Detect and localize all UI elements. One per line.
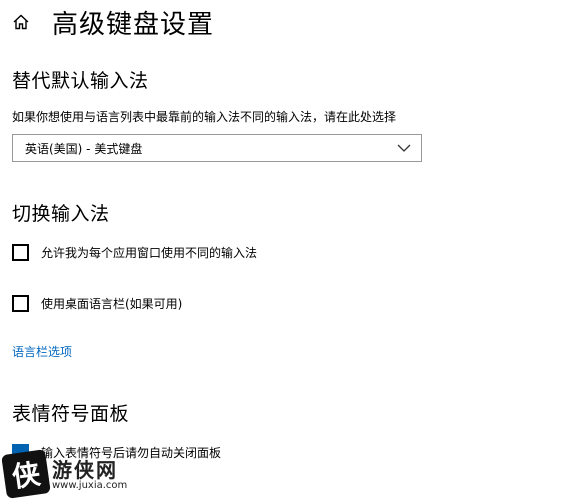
emoji-panel-label: 输入表情符号后请勿自动关闭面板 [41,446,222,460]
emoji-panel-option[interactable]: 输入表情符号后请勿自动关闭面板 [12,444,221,461]
language-bar-options-link[interactable]: 语言栏选项 [12,343,72,360]
switching-heading: 切换输入法 [12,203,110,225]
settings-page: 高级键盘设置 替代默认输入法 如果你想使用与语言列表中最靠前的输入法不同的输入法… [0,0,570,500]
page-title: 高级键盘设置 [52,9,215,40]
desktop-language-bar-option[interactable]: 使用桌面语言栏(如果可用) [12,295,182,312]
emoji-heading: 表情符号面板 [12,403,130,425]
emoji-panel-checkbox[interactable] [12,444,29,461]
per-app-input-checkbox[interactable] [12,244,29,261]
title-bar: 高级键盘设置 [10,2,214,42]
input-method-dropdown[interactable]: 英语(美国) - 美式键盘 [12,134,422,162]
per-app-input-label: 允许我为每个应用窗口使用不同的输入法 [41,246,258,260]
override-heading: 替代默认输入法 [12,70,149,92]
desktop-language-bar-label: 使用桌面语言栏(如果可用) [41,297,183,311]
override-description: 如果你想使用与语言列表中最靠前的输入法不同的输入法，请在此处选择 [12,110,397,124]
watermark-url: www.juxia.com [52,480,128,491]
home-icon[interactable] [10,11,32,33]
desktop-language-bar-checkbox[interactable] [12,295,29,312]
chevron-down-icon [397,143,411,153]
per-app-input-option[interactable]: 允许我为每个应用窗口使用不同的输入法 [12,244,257,261]
dropdown-selected-value: 英语(美国) - 美式键盘 [25,141,143,156]
